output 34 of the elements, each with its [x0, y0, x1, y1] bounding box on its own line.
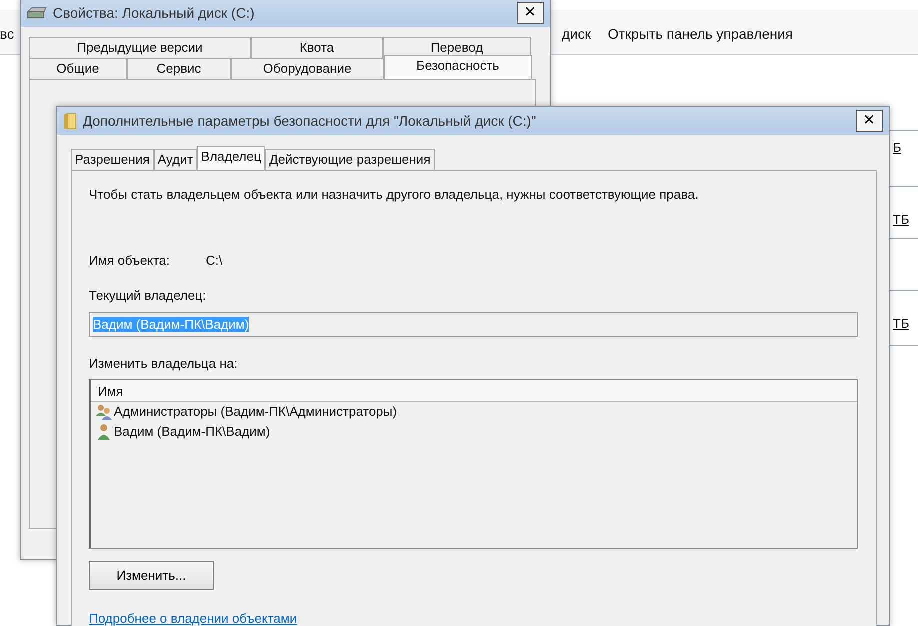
tab[interactable]: Владелец [197, 146, 266, 170]
toolbar-item[interactable]: вс [0, 24, 14, 45]
tab[interactable]: Предыдущие версии [29, 37, 251, 58]
tab[interactable]: Аудит [154, 149, 198, 170]
tab[interactable]: Квота [251, 37, 383, 58]
field-label: Текущий владелец: [89, 287, 208, 305]
window-title: Дополнительные параметры безопасности для "Локальный диск (C:)" [83, 112, 536, 131]
intro-text: Чтобы стать владельцем объекта или назначить другого владельца, нужны соответствующие права. [89, 186, 700, 204]
drive-size-text: ТБ [893, 211, 910, 229]
close-button[interactable]: ✕ [856, 110, 883, 132]
user-icon [96, 424, 112, 440]
tab[interactable]: Разрешения [71, 149, 154, 170]
object-name-value: C:\ [206, 252, 223, 270]
field-label: Имя объекта: [89, 252, 172, 270]
drive-icon [27, 7, 47, 19]
window-title: Свойства: Локальный диск (C:) [53, 4, 255, 23]
toolbar-item[interactable]: Открыть панель управления [608, 24, 794, 45]
help-link[interactable]: Подробнее о владении объектами [89, 611, 298, 626]
column-header[interactable]: Имя [91, 380, 857, 402]
close-button[interactable]: ✕ [517, 2, 544, 24]
tab[interactable]: Действующие разрешения [265, 149, 435, 170]
drive-size-text: Б [893, 139, 902, 157]
list-item[interactable]: Администраторы (Вадим-ПК\Администраторы) [114, 402, 398, 422]
tab[interactable]: Оборудование [231, 58, 384, 79]
folder-icon [63, 112, 77, 130]
tab[interactable]: Сервис [127, 58, 231, 79]
list-item[interactable]: Вадим (Вадим-ПК\Вадим) [114, 422, 270, 442]
drive-size-text: ТБ [893, 315, 910, 333]
tab[interactable]: Общие [29, 58, 127, 79]
toolbar-item[interactable]: диск [562, 24, 592, 45]
change-button[interactable]: Изменить... [89, 561, 214, 590]
field-label: Изменить владельца на: [89, 354, 239, 373]
tab[interactable]: Безопасность [384, 55, 532, 79]
users-icon [96, 404, 112, 420]
